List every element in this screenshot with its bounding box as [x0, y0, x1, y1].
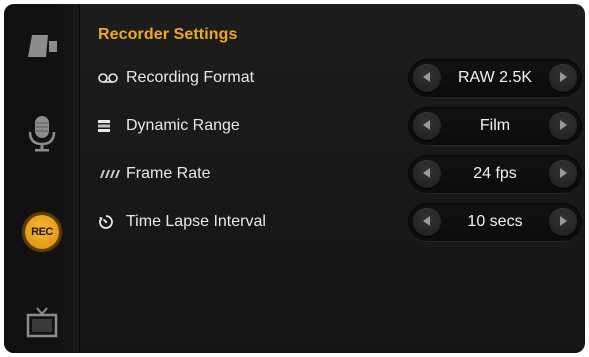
timer-icon — [98, 214, 120, 230]
time-lapse-interval-next-button[interactable] — [549, 208, 577, 236]
arrow-right-icon — [559, 165, 567, 183]
dynamic-range-stepper: Film — [408, 107, 582, 145]
arrow-right-icon — [559, 117, 567, 135]
time-lapse-interval-stepper: 10 secs — [408, 203, 582, 241]
sidebar-item-camera[interactable] — [10, 14, 74, 78]
frame-rate-next-button[interactable] — [549, 160, 577, 188]
arrow-right-icon — [559, 213, 567, 231]
record-icon: REC — [25, 215, 59, 249]
sidebar: REC — [4, 4, 80, 353]
arrow-left-icon — [423, 117, 431, 135]
arrow-right-icon — [559, 69, 567, 87]
setting-row-frame-rate: Frame Rate 24 fps — [80, 150, 585, 198]
frame-rate-value: 24 fps — [473, 165, 517, 182]
range-bars-icon — [98, 118, 120, 134]
time-lapse-interval-value: 10 secs — [467, 213, 523, 230]
recording-format-prev-button[interactable] — [413, 64, 441, 92]
monitor-icon — [26, 305, 58, 339]
settings-panel: Recorder Settings Recording Format RAW 2… — [80, 4, 585, 353]
dynamic-range-next-button[interactable] — [549, 112, 577, 140]
setting-label: Time Lapse Interval — [126, 213, 266, 230]
dynamic-range-value: Film — [479, 117, 511, 134]
camera-icon — [26, 31, 58, 61]
recording-format-value: RAW 2.5K — [457, 69, 533, 86]
tape-reel-icon — [98, 70, 120, 86]
setting-label: Dynamic Range — [126, 117, 240, 134]
arrow-left-icon — [423, 165, 431, 183]
frame-rate-stepper: 24 fps — [408, 155, 582, 193]
recorder-settings-screen: REC Recorder Settings Recording Format R… — [4, 4, 585, 353]
time-lapse-interval-prev-button[interactable] — [413, 208, 441, 236]
arrow-left-icon — [423, 213, 431, 231]
sidebar-item-record[interactable]: REC — [10, 200, 74, 264]
setting-row-time-lapse-interval: Time Lapse Interval 10 secs — [80, 198, 585, 246]
recording-format-stepper: RAW 2.5K — [408, 59, 582, 97]
setting-row-dynamic-range: Dynamic Range Film — [80, 102, 585, 150]
microphone-icon — [27, 114, 57, 154]
page-title: Recorder Settings — [98, 26, 238, 43]
frame-rate-prev-button[interactable] — [413, 160, 441, 188]
sidebar-item-monitor[interactable] — [10, 290, 74, 353]
setting-row-recording-format: Recording Format RAW 2.5K — [80, 54, 585, 102]
dynamic-range-prev-button[interactable] — [413, 112, 441, 140]
setting-label: Recording Format — [126, 69, 255, 86]
arrow-left-icon — [423, 69, 431, 87]
setting-label: Frame Rate — [126, 165, 211, 182]
film-frames-icon — [98, 166, 120, 182]
record-label: REC — [31, 226, 53, 238]
sidebar-item-audio[interactable] — [10, 102, 74, 166]
recording-format-next-button[interactable] — [549, 64, 577, 92]
